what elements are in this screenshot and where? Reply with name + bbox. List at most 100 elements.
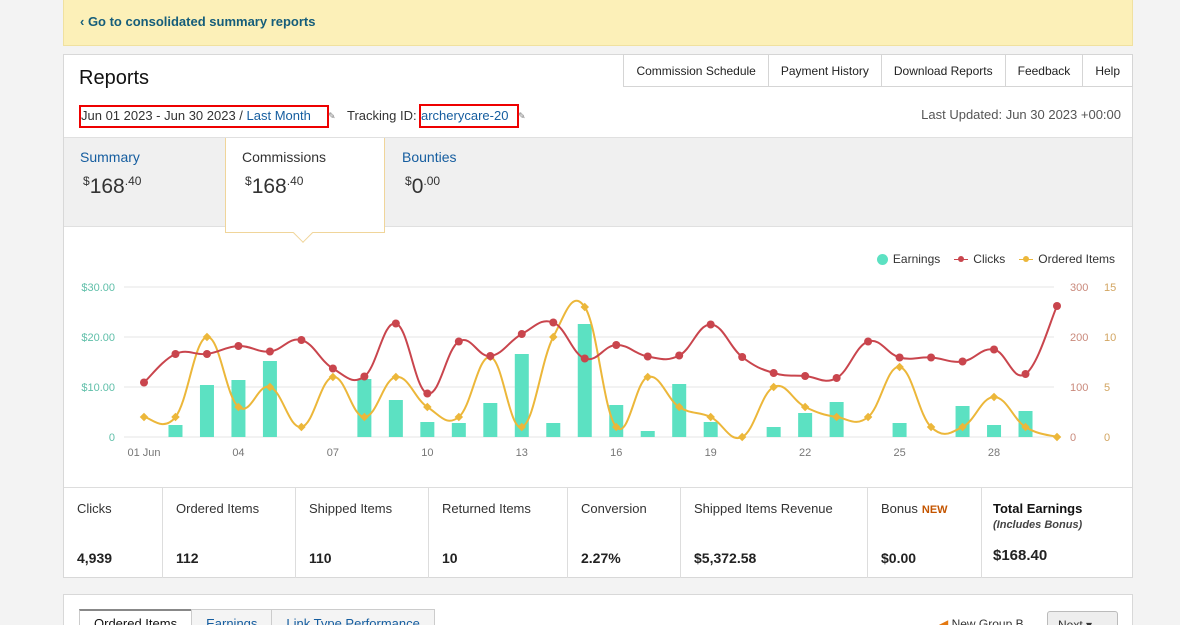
clicks-point	[486, 352, 495, 360]
earnings-bar	[451, 423, 466, 437]
earnings-bar	[798, 413, 813, 437]
new-badge: NEW	[921, 504, 948, 516]
clicks-point	[769, 369, 778, 377]
page-title: Reports	[79, 67, 150, 89]
y-right-items-tick-label: 0	[1104, 432, 1110, 444]
stat-label: Bonus NEW	[881, 501, 948, 516]
date-range-text: Jun 01 2023 - Jun 30 2023 /	[81, 108, 247, 123]
x-tick-label: 19	[705, 447, 717, 459]
clicks-point	[1053, 302, 1061, 310]
stat-label: Clicks	[77, 501, 112, 516]
y-left-tick-label: 0	[109, 432, 115, 444]
tab-commissions-label: Commissions	[242, 149, 327, 165]
stat-label: Ordered Items	[176, 501, 260, 516]
last-month-link[interactable]: Last Month	[247, 108, 311, 123]
earnings-bar	[420, 422, 435, 437]
summary-tabstrip: Summary $168.40 Commissions $168.40 Boun…	[64, 137, 1132, 243]
x-tick-label: 28	[988, 447, 1000, 459]
arrow-icon: ◀	[939, 617, 949, 625]
earnings-bar	[609, 405, 624, 437]
clicks-point	[738, 353, 747, 361]
earnings-bar	[640, 431, 655, 437]
clicks-point	[202, 350, 211, 358]
ordered-items-point	[895, 362, 904, 372]
earnings-bar	[168, 425, 183, 437]
x-tick-label: 01 Jun	[127, 447, 160, 459]
download-reports-button[interactable]: Download Reports	[880, 54, 1005, 87]
clicks-point	[958, 357, 967, 366]
stat-total-earnings: Total Earnings (Includes Bonus) $168.40	[982, 488, 1132, 578]
ordered-items-point	[1052, 432, 1062, 442]
clicks-point	[990, 345, 999, 354]
tab-summary-value: $168.40	[83, 174, 142, 198]
tab-commissions-value: $168.40	[245, 174, 304, 198]
detail-card: Ordered Items Earnings Link Type Perform…	[63, 594, 1133, 625]
stat-label: Returned Items	[442, 501, 531, 516]
y-right-clicks-tick-label: 100	[1070, 382, 1088, 394]
clicks-point	[391, 319, 400, 328]
y-left-tick-label: $30.00	[81, 282, 115, 294]
earnings-bar	[199, 385, 214, 437]
x-tick-label: 10	[421, 447, 433, 459]
stat-label: Shipped Items Revenue	[694, 501, 833, 516]
clicks-point	[517, 330, 526, 338]
earnings-bar	[987, 425, 1002, 437]
new-group-link[interactable]: ◀ New Group B	[939, 617, 1024, 625]
date-range-selector[interactable]: Jun 01 2023 - Jun 30 2023 / Last Month	[79, 105, 329, 128]
stat-clicks: Clicks 4,939	[64, 488, 163, 578]
tab-commissions[interactable]: Commissions $168.40	[225, 138, 385, 243]
stat-shipped-items-revenue: Shipped Items Revenue $5,372.58	[681, 488, 868, 578]
feedback-button[interactable]: Feedback	[1004, 54, 1083, 87]
tab-earnings[interactable]: Earnings	[191, 609, 272, 625]
y-left-tick-label: $20.00	[81, 332, 115, 344]
stat-value: 10	[442, 550, 458, 566]
help-button[interactable]: Help	[1082, 54, 1133, 87]
tab-summary[interactable]: Summary $168.40	[64, 138, 224, 233]
earnings-bar	[892, 423, 907, 437]
clicks-point	[234, 342, 243, 350]
clicks-point	[706, 320, 715, 329]
clicks-point	[171, 350, 180, 358]
clicks-point	[675, 351, 684, 360]
tab-ordered-items[interactable]: Ordered Items	[79, 609, 192, 625]
y-left-tick-label: $10.00	[81, 382, 115, 394]
clicks-point	[927, 353, 936, 362]
next-button[interactable]: Next ▾	[1047, 611, 1118, 625]
earnings-bar	[766, 427, 781, 437]
y-right-clicks-tick-label: 300	[1070, 282, 1088, 294]
earnings-bar	[546, 423, 561, 437]
pencil-icon[interactable]: ✎	[518, 111, 526, 122]
consolidated-summary-link[interactable]: ‹ Go to consolidated summary reports	[80, 14, 316, 29]
commission-schedule-button[interactable]: Commission Schedule	[623, 54, 768, 87]
clicks-point	[297, 336, 306, 344]
clicks-point	[140, 378, 148, 387]
pencil-icon[interactable]: ✎	[328, 111, 336, 122]
tracking-id-label: Tracking ID:	[347, 108, 417, 123]
stat-label: Shipped Items	[309, 501, 393, 516]
stat-value: 110	[309, 550, 332, 566]
earnings-bar	[577, 324, 592, 437]
tab-summary-label: Summary	[80, 149, 140, 165]
stat-value: $0.00	[881, 550, 917, 566]
clicks-point	[801, 372, 810, 380]
stats-row: Clicks 4,939 Ordered Items 112 Shipped I…	[64, 487, 1132, 578]
tab-bounties[interactable]: Bounties $0.00	[386, 138, 546, 233]
payment-history-button[interactable]: Payment History	[767, 54, 881, 87]
reports-card: Reports Commission Schedule Payment Hist…	[63, 54, 1133, 578]
clicks-line	[143, 305, 1058, 395]
clicks-point	[423, 389, 432, 398]
ordered-items-point	[297, 422, 306, 432]
tab-link-type-performance[interactable]: Link Type Performance	[271, 609, 435, 625]
clicks-point	[895, 353, 904, 362]
x-tick-label: 16	[610, 447, 622, 459]
x-tick-label: 04	[232, 447, 244, 459]
stat-value: $5,372.58	[694, 550, 757, 566]
x-tick-label: 07	[327, 447, 339, 459]
tracking-id-selector[interactable]: archerycare-20	[419, 104, 519, 128]
top-button-bar: Commission Schedule Payment History Down…	[623, 54, 1133, 87]
stat-value: $168.40	[993, 547, 1048, 564]
y-right-clicks-tick-label: 0	[1070, 432, 1076, 444]
y-right-clicks-tick-label: 200	[1070, 332, 1088, 344]
earnings-bar	[483, 403, 498, 437]
ordered-items-point	[328, 372, 338, 382]
